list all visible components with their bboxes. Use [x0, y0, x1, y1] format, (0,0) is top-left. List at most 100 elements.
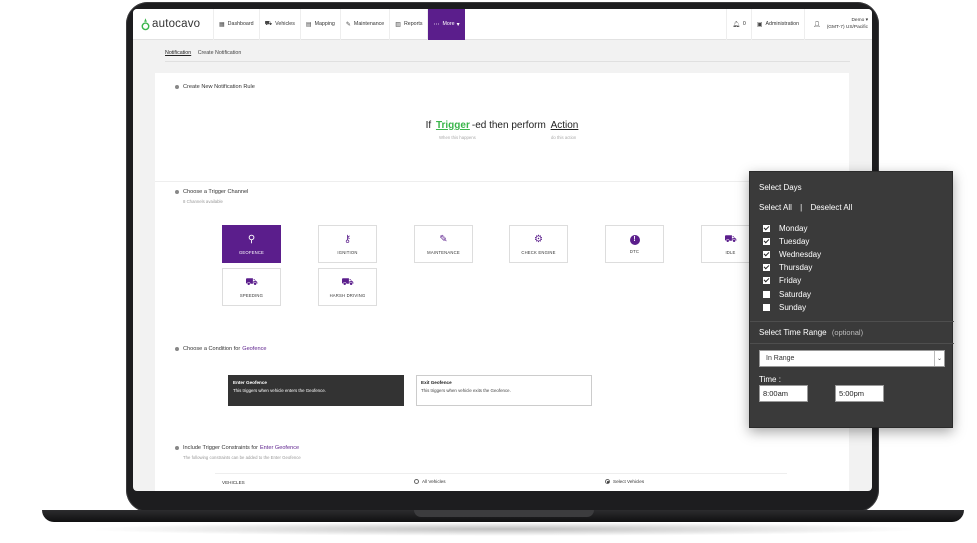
checkbox-monday[interactable]	[763, 225, 770, 232]
day-monday-label: Monday	[779, 224, 808, 233]
trigger-link[interactable]: Trigger	[436, 120, 470, 131]
report-icon: ▥	[395, 21, 401, 28]
checkbox-saturday[interactable]	[763, 291, 770, 298]
section-divider	[155, 181, 849, 182]
nav-administration[interactable]: ▣ Administration	[750, 9, 804, 40]
user-info: Demo ▾ (GMT-7) US/Pacific	[826, 18, 868, 30]
user-menu[interactable]: 👤︎ Demo ▾ (GMT-7) US/Pacific	[804, 9, 872, 40]
nav-dashboard[interactable]: ▦ Dashboard	[213, 9, 259, 40]
create-rule-title-text: Create New Notification Rule	[183, 84, 255, 90]
deselect-all-link[interactable]: Deselect All	[810, 203, 852, 212]
channel-check-engine[interactable]: ⚙ CHECK ENGINE	[509, 225, 568, 263]
nav-reports-label: Reports	[403, 21, 423, 27]
admin-icon: ▣	[756, 21, 763, 28]
day-monday[interactable]: Monday	[763, 224, 807, 233]
condition-enter-title: Enter Geofence	[233, 380, 267, 385]
channel-ignition[interactable]: ⚷ IGNITION	[318, 225, 377, 263]
day-saturday[interactable]: Saturday	[763, 290, 811, 299]
breadcrumb-current: Create Notification	[197, 50, 242, 56]
location-pin-icon: ⚲	[247, 233, 256, 245]
channel-harsh-driving[interactable]: ⛟ HARSH DRIVING	[318, 268, 377, 306]
bullet-dot	[175, 190, 179, 194]
nav-maintenance-label: Maintenance	[353, 21, 385, 27]
bullet-dot	[175, 347, 179, 351]
day-wednesday[interactable]: Wednesday	[763, 250, 821, 259]
condition-enter-geofence[interactable]: Enter Geofence This triggers when vehicl…	[228, 375, 404, 406]
nav-alerts[interactable]: 🔔︎ 0	[726, 9, 751, 40]
end-time-input[interactable]: 5:00pm	[835, 385, 884, 402]
wrench-icon: ✎	[345, 21, 351, 28]
constraints-subtitle: The following constraints can be added t…	[183, 455, 301, 460]
nav-more[interactable]: ⋯ More ▾	[427, 9, 465, 40]
checkbox-tuesday[interactable]	[763, 238, 770, 245]
laptop-notch	[414, 510, 594, 517]
select-days-title: Select Days	[759, 183, 802, 192]
day-friday[interactable]: Friday	[763, 276, 801, 285]
car-icon: ⛟	[341, 276, 354, 288]
trigger-hint: When this happens	[439, 135, 476, 140]
channel-dtc[interactable]: ! DTC	[605, 225, 664, 263]
day-tuesday[interactable]: Tuesday	[763, 237, 809, 246]
condition-exit-geofence[interactable]: Exit Geofence This triggers when vehicle…	[416, 375, 592, 406]
checkbox-sunday[interactable]	[763, 304, 770, 311]
brand-logo[interactable]: autocavo	[133, 17, 213, 31]
nav-mapping[interactable]: ▤ Mapping	[299, 9, 340, 40]
channel-dtc-label: DTC	[629, 248, 640, 254]
car-icon: ⛟	[245, 276, 258, 288]
day-thursday-label: Thursday	[779, 263, 813, 272]
nav-administration-label: Administration	[765, 21, 800, 27]
alert-circle-icon: !	[629, 234, 640, 245]
condition-title: Choose a Condition for Geofence	[175, 346, 266, 352]
time-range-optional: (optional)	[831, 328, 864, 337]
condition-enter-desc: This triggers when vehicle enters the Ge…	[233, 388, 326, 393]
radio-all-vehicles[interactable]	[414, 479, 419, 484]
key-icon: ⚷	[343, 233, 352, 245]
nav-maintenance[interactable]: ✎ Maintenance	[339, 9, 389, 40]
panel-divider	[750, 321, 954, 322]
time-label: Time :	[759, 375, 781, 384]
bell-icon: 🔔︎	[732, 21, 740, 28]
dashboard-icon: ▦	[219, 21, 225, 28]
checkbox-thursday[interactable]	[763, 264, 770, 271]
breadcrumb-notification[interactable]: Notification	[165, 50, 191, 56]
trigger-channel-title: Choose a Trigger Channel	[175, 189, 248, 195]
user-name: Demo	[851, 18, 865, 23]
condition-exit-title: Exit Geofence	[421, 380, 452, 385]
channel-maintenance-label: MAINTENANCE	[427, 249, 460, 255]
select-vehicles-option[interactable]: Select Vehicles	[605, 479, 644, 484]
user-icon: 👤︎	[813, 21, 821, 28]
day-sunday[interactable]: Sunday	[763, 303, 806, 312]
channel-geofence[interactable]: ⚲ GEOFENCE	[222, 225, 281, 263]
day-thursday[interactable]: Thursday	[763, 263, 812, 272]
time-range-select[interactable]: In Range ⌄	[759, 350, 945, 367]
more-icon: ⋯	[433, 21, 440, 28]
nav-dashboard-label: Dashboard	[227, 21, 254, 27]
constraints-divider	[215, 473, 787, 474]
channel-check-engine-label: CHECK ENGINE	[521, 249, 556, 255]
day-friday-label: Friday	[779, 276, 802, 285]
rule-middle-text: -ed then perform	[471, 120, 546, 131]
chevron-down-icon: ⌄	[934, 351, 944, 366]
nav-reports[interactable]: ▥ Reports	[389, 9, 427, 40]
radio-select-vehicles[interactable]	[605, 479, 610, 484]
day-wednesday-label: Wednesday	[779, 250, 822, 259]
all-vehicles-option[interactable]: All Vehicles	[414, 479, 446, 484]
checkbox-friday[interactable]	[763, 277, 770, 284]
condition-exit-desc: This triggers when vehicle exits the Geo…	[421, 388, 511, 393]
channel-maintenance[interactable]: ✎ MAINTENANCE	[414, 225, 473, 263]
start-time-input[interactable]: 8:00am	[759, 385, 808, 402]
link-separator: |	[800, 203, 803, 212]
nav-vehicles[interactable]: ⛟ Vehicles	[258, 9, 300, 40]
channel-speeding[interactable]: ⛟ SPEEDING	[222, 268, 281, 306]
action-link[interactable]: Action	[551, 120, 579, 131]
car-icon: ⛟	[724, 233, 737, 245]
top-navbar: autocavo ▦ Dashboard ⛟ Vehicles ▤ Mappin…	[133, 9, 872, 40]
all-vehicles-label: All Vehicles	[422, 479, 446, 484]
checkbox-wednesday[interactable]	[763, 251, 770, 258]
select-all-link[interactable]: Select All	[759, 203, 792, 212]
chevron-down-icon: ▾	[456, 21, 460, 28]
car-icon: ⛟	[264, 21, 273, 27]
map-icon: ▤	[305, 21, 312, 28]
bullet-dot	[175, 446, 179, 450]
breadcrumb-divider	[165, 61, 850, 62]
